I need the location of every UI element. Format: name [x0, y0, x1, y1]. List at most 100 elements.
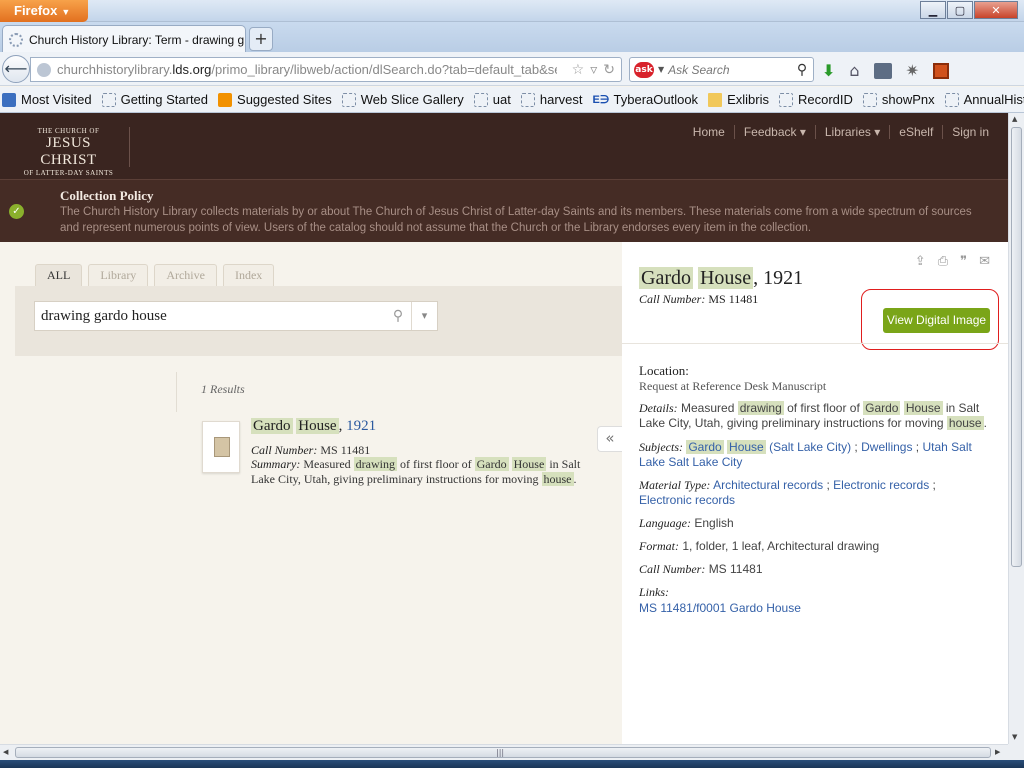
- bookmark-harvest[interactable]: harvest: [520, 92, 583, 107]
- field-label: Call Number:: [639, 562, 706, 576]
- search-icon[interactable]: ⚲: [791, 62, 813, 78]
- nav-libraries[interactable]: Libraries ▾: [814, 125, 889, 139]
- addon-icon[interactable]: ✷: [906, 61, 919, 80]
- summary-text: Measured: [303, 457, 354, 471]
- highlight-term[interactable]: House: [296, 418, 339, 434]
- new-tab-button[interactable]: +: [249, 27, 273, 51]
- policy-title: Collection Policy: [60, 188, 154, 203]
- bookmark-uat[interactable]: uat: [473, 92, 511, 107]
- bookmark-label: RecordID: [797, 92, 853, 107]
- ask-engine-icon[interactable]: ask: [634, 61, 654, 78]
- nav-sign-in[interactable]: Sign in: [942, 125, 998, 139]
- search-input[interactable]: drawing gardo house ⚲ ▾: [34, 301, 438, 331]
- bookmark-exlibris[interactable]: Exlibris: [708, 92, 769, 107]
- engine-dropdown-icon[interactable]: ▼: [658, 65, 664, 74]
- details-text: .: [983, 416, 987, 430]
- horizontal-scrollbar[interactable]: ◀ ||| ▶: [0, 744, 1008, 760]
- bookmark-recordid[interactable]: RecordID: [778, 92, 853, 107]
- material-link-electronic[interactable]: Electronic records: [639, 493, 735, 507]
- subject-link-dwellings[interactable]: Dwellings: [861, 440, 912, 454]
- chevron-down-icon[interactable]: ▾: [411, 302, 437, 330]
- subject-link-gardo-house[interactable]: Gardo House (Salt Lake City): [686, 440, 851, 454]
- highlight-term[interactable]: Gardo: [251, 418, 293, 434]
- bookmark-star-icon[interactable]: ☆: [572, 62, 585, 78]
- maximize-icon[interactable]: ▢: [947, 1, 973, 19]
- back-button[interactable]: ⟵: [2, 55, 30, 83]
- result-year[interactable]: 1921: [346, 418, 376, 434]
- page-icon: [944, 92, 959, 107]
- scroll-right-icon[interactable]: ▶: [995, 748, 1000, 756]
- collapse-panel-button[interactable]: «: [597, 426, 622, 452]
- detail-title-rest: , 1921: [753, 267, 804, 289]
- horizontal-scroll-thumb[interactable]: |||: [15, 747, 991, 758]
- location-value: Request at Reference Desk Manuscript: [639, 379, 827, 393]
- highlight-term: House: [511, 457, 547, 471]
- vertical-scrollbar[interactable]: ▲ ▼: [1008, 113, 1024, 744]
- bookmark-getting-started[interactable]: Getting Started: [101, 92, 208, 107]
- scroll-up-icon[interactable]: ▲: [1012, 115, 1017, 123]
- digital-object-link[interactable]: MS 11481/f0001 Gardo House: [639, 601, 801, 615]
- tab-index[interactable]: Index: [222, 264, 275, 286]
- title-separator: ,: [338, 418, 347, 434]
- site-identity-icon[interactable]: [37, 62, 51, 77]
- minimize-icon[interactable]: ▁: [920, 1, 946, 19]
- print-icon[interactable]: ⎙: [938, 254, 948, 269]
- os-taskbar: [0, 760, 1024, 768]
- share-icon[interactable]: ⇪: [915, 254, 926, 269]
- url-text[interactable]: churchhistorylibrary.lds.org/primo_libra…: [57, 62, 557, 77]
- check-icon: ✓: [9, 204, 24, 219]
- result-title[interactable]: Gardo House, 1921: [251, 418, 376, 435]
- material-link-electronic[interactable]: Electronic records: [833, 478, 929, 492]
- scroll-left-icon[interactable]: ◀: [3, 748, 8, 756]
- tab-active[interactable]: Church History Library: Term - drawing g…: [2, 25, 246, 53]
- nav-feedback[interactable]: Feedback ▾: [733, 125, 815, 139]
- bookmarks-menu-icon[interactable]: [873, 62, 892, 79]
- bookmark-tybera-outlook[interactable]: E∋ TyberaOutlook: [593, 92, 699, 107]
- nav-eshelf[interactable]: eShelf: [889, 125, 942, 139]
- church-logo[interactable]: THE CHURCH OF JESUS CHRIST OF LATTER-DAY…: [18, 127, 130, 177]
- url-bar[interactable]: churchhistorylibrary.lds.org/primo_libra…: [30, 57, 622, 82]
- bookmark-suggested-sites[interactable]: Suggested Sites: [218, 92, 332, 107]
- home-icon[interactable]: ⌂: [849, 61, 859, 80]
- highlight-term: House: [697, 267, 754, 289]
- bookmark-annualhistory[interactable]: AnnualHistory: [944, 92, 1024, 107]
- history-dropdown-icon[interactable]: ▿: [590, 62, 597, 78]
- tab-all[interactable]: ALL: [35, 264, 83, 286]
- view-digital-image-button[interactable]: View Digital Image: [883, 308, 990, 333]
- bookmark-label: harvest: [539, 92, 583, 107]
- firefox-menu-button[interactable]: Firefox ▼: [0, 0, 88, 22]
- bookmark-showpnx[interactable]: showPnx: [862, 92, 935, 107]
- bookmark-web-slice-gallery[interactable]: Web Slice Gallery: [341, 92, 464, 107]
- scrollbar-corner: [1008, 744, 1024, 760]
- search-bar[interactable]: ask ▼ Ask Search ⚲: [629, 57, 814, 82]
- field-label: Material Type:: [639, 478, 711, 492]
- vertical-scroll-thumb[interactable]: [1011, 127, 1022, 567]
- material-type-field: Material Type: Architectural records ; E…: [639, 478, 991, 508]
- scroll-grip-icon: |||: [496, 748, 505, 757]
- bookmark-most-visited[interactable]: Most Visited: [2, 92, 92, 107]
- links-field: Links:: [639, 585, 991, 600]
- close-window-icon[interactable]: ✕: [974, 1, 1018, 19]
- bookmark-label: Most Visited: [21, 92, 92, 107]
- scroll-down-icon[interactable]: ▼: [1012, 733, 1017, 741]
- tab-library[interactable]: Library: [88, 264, 149, 286]
- nav-home[interactable]: Home: [684, 125, 734, 139]
- chevron-down-icon: ▼: [61, 7, 71, 17]
- extension-icon[interactable]: [932, 62, 949, 79]
- email-icon[interactable]: ✉: [979, 254, 990, 269]
- download-icon[interactable]: ⬇: [822, 61, 835, 80]
- material-link-architectural[interactable]: Architectural records: [713, 478, 823, 492]
- location-label: Location:: [639, 363, 689, 378]
- highlight-term: Gardo: [863, 401, 901, 415]
- citation-icon[interactable]: ❞: [960, 254, 967, 269]
- search-icon[interactable]: ⚲: [385, 308, 411, 324]
- search-bar-placeholder[interactable]: Ask Search: [668, 63, 791, 77]
- tab-archive[interactable]: Archive: [154, 264, 217, 286]
- reload-icon[interactable]: ↻: [603, 62, 615, 78]
- record-type-icon[interactable]: [202, 421, 240, 473]
- url-path: /primo_library/libweb/action/dlSearch.do…: [211, 62, 557, 77]
- url-bar-icons: ☆ ▿ ↻: [572, 62, 621, 78]
- search-query[interactable]: drawing gardo house: [35, 308, 385, 325]
- logo-line-1: THE CHURCH OF: [37, 127, 100, 135]
- highlight-term: Gardo: [686, 440, 724, 454]
